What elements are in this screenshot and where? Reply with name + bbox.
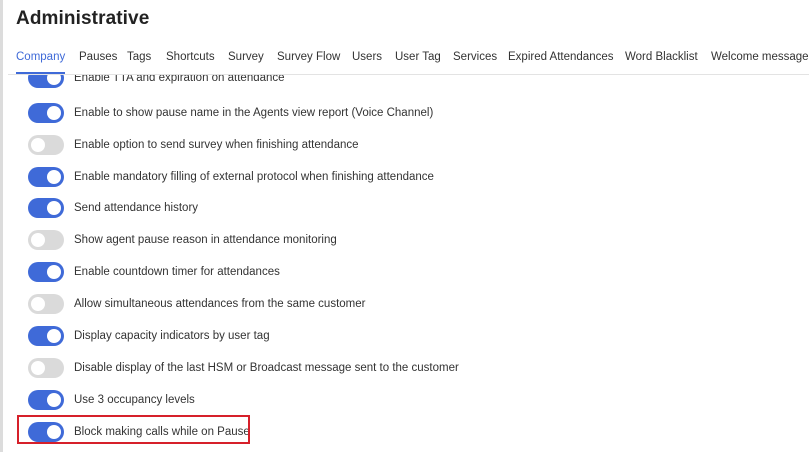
tab-survey[interactable]: Survey [228,44,264,72]
option-label: Enable countdown timer for attendances [74,266,280,278]
option-label: Enable option to send survey when finish… [74,139,359,151]
toggle-switch[interactable] [28,103,64,123]
toggle-switch[interactable] [28,75,64,88]
tab-shortcuts[interactable]: Shortcuts [166,44,215,72]
tab-bar: Company Pauses Tags Shortcuts Survey Sur… [8,44,809,75]
toggle-switch[interactable] [28,135,64,155]
option-row: Send attendance history [28,197,198,219]
toggle-switch[interactable] [28,390,64,410]
option-row: Enable TTA and expiration on attendance [28,75,285,89]
tab-services[interactable]: Services [453,44,497,72]
toggle-knob [47,329,61,343]
option-row: Enable to show pause name in the Agents … [28,102,433,124]
tab-pauses[interactable]: Pauses [79,44,117,72]
option-row: Enable countdown timer for attendances [28,261,280,283]
toggle-switch[interactable] [28,294,64,314]
page-title: Administrative [16,8,150,29]
toggle-switch[interactable] [28,326,64,346]
tab-user-tag[interactable]: User Tag [395,44,441,72]
toggle-switch[interactable] [28,262,64,282]
toggle-knob [47,170,61,184]
toggle-knob [47,393,61,407]
option-label: Allow simultaneous attendances from the … [74,298,366,310]
toggle-switch[interactable] [28,358,64,378]
option-row: Display capacity indicators by user tag [28,325,270,347]
highlight-annotation-box [17,415,250,444]
company-settings-list: Enable TTA and expiration on attendance … [0,75,809,452]
tab-company[interactable]: Company [16,44,66,74]
tab-expired-attendances[interactable]: Expired Attendances [508,44,614,72]
tab-users[interactable]: Users [352,44,382,72]
option-label: Enable mandatory filling of external pro… [74,171,434,183]
option-label: Disable display of the last HSM or Broad… [74,362,459,374]
toggle-knob [47,265,61,279]
option-row: Disable display of the last HSM or Broad… [28,357,459,379]
option-label: Show agent pause reason in attendance mo… [74,234,337,246]
toggle-knob [47,75,61,85]
option-row: Use 3 occupancy levels [28,389,195,411]
tab-survey-flow[interactable]: Survey Flow [277,44,340,72]
tab-word-blacklist[interactable]: Word Blacklist [625,44,698,72]
option-row: Enable option to send survey when finish… [28,134,359,156]
option-label: Enable to show pause name in the Agents … [74,107,434,119]
toggle-switch[interactable] [28,167,64,187]
tab-tags[interactable]: Tags [127,44,151,72]
toggle-knob [31,138,45,152]
toggle-knob [47,106,61,120]
option-label: Display capacity indicators by user tag [74,330,270,342]
option-label: Send attendance history [74,202,199,214]
option-row: Allow simultaneous attendances from the … [28,293,365,315]
option-row: Enable mandatory filling of external pro… [28,166,434,188]
toggle-knob [47,201,61,215]
option-label: Use 3 occupancy levels [74,394,195,406]
toggle-switch[interactable] [28,198,64,218]
option-row: Show agent pause reason in attendance mo… [28,229,337,251]
toggle-switch[interactable] [28,230,64,250]
toggle-knob [31,361,45,375]
toggle-knob [31,233,45,247]
toggle-knob [31,297,45,311]
tab-welcome-message[interactable]: Welcome message [711,44,809,72]
option-label: Enable TTA and expiration on attendance [74,75,285,84]
